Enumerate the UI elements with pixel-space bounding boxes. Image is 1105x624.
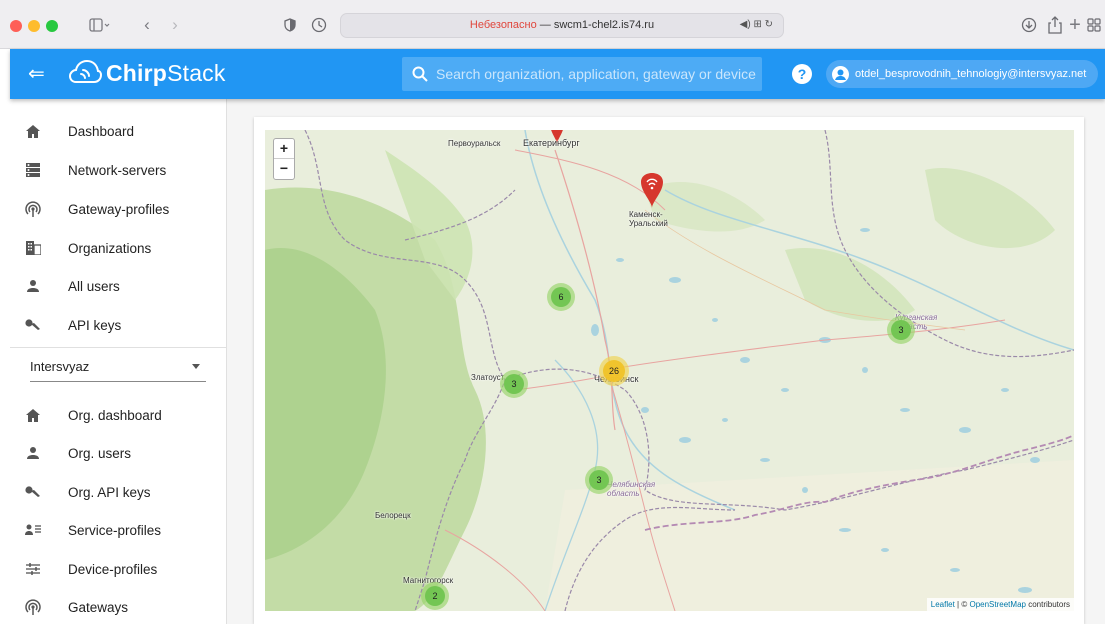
sidebar-item-network-servers[interactable]: Network-servers: [10, 151, 227, 189]
user-menu-button[interactable]: otdel_besprovodnih_tehnologiy@intersvyaz…: [826, 60, 1098, 88]
gateway-map[interactable]: Первоуральск Екатеринбург Каменск- Ураль…: [265, 130, 1074, 611]
attribution-contributors: contributors: [1028, 600, 1070, 609]
map-tiles: [265, 130, 1074, 611]
share-icon[interactable]: [1044, 13, 1066, 37]
logo-text-bold: Chirp: [106, 59, 168, 86]
search-input[interactable]: [436, 66, 756, 82]
chirpstack-cloud-icon: [68, 59, 102, 83]
address-separator: —: [539, 19, 551, 31]
sidebar-divider: [10, 347, 227, 348]
collapse-drawer-icon[interactable]: ⇐: [28, 61, 45, 86]
sidebar-item-label: Service-profiles: [68, 522, 162, 538]
sidebar-item-all-users[interactable]: All users: [10, 267, 227, 305]
home-icon: [24, 122, 42, 140]
organization-select[interactable]: Intersvyaz: [30, 352, 206, 382]
privacy-shield-icon[interactable]: [280, 13, 300, 37]
help-icon[interactable]: ?: [792, 64, 812, 84]
forward-icon[interactable]: ›: [166, 13, 184, 37]
account-circle-icon: [832, 65, 849, 83]
domain-icon: [24, 239, 42, 257]
sidebar-item-label: Organizations: [68, 240, 152, 256]
user-email: otdel_besprovodnih_tehnologiy@intersvyaz…: [855, 68, 1087, 80]
tab-overview-icon[interactable]: [1084, 13, 1104, 37]
person-icon: [24, 277, 42, 295]
account-details-icon: [24, 521, 42, 539]
sidebar-item-org-api-keys[interactable]: Org. API keys: [10, 473, 227, 511]
city-label: Первоуральск: [448, 139, 501, 148]
leaflet-link[interactable]: Leaflet: [931, 600, 955, 609]
sidebar-item-service-profiles[interactable]: Service-profiles: [10, 511, 227, 549]
search-box[interactable]: [402, 57, 762, 91]
attribution-separator: | ©: [957, 600, 968, 609]
sidebar-item-label: Org. API keys: [68, 484, 151, 500]
organization-select-value: Intersvyaz: [30, 359, 90, 374]
map-attribution: Leaflet | © OpenStreetMap contributors: [926, 598, 1074, 611]
gateway-cluster[interactable]: 26: [599, 356, 629, 386]
sidebar-item-org-users[interactable]: Org. users: [10, 434, 227, 472]
zoom-control: + −: [273, 138, 295, 180]
download-icon[interactable]: [1018, 13, 1040, 37]
sidebar: Dashboard Network-servers Gateway-profil…: [10, 99, 227, 624]
sidebar-item-label: Org. users: [68, 445, 132, 461]
address-host: swcm1-chel2.is74.ru: [553, 19, 655, 31]
sidebar-item-gateway-profiles[interactable]: Gateway-profiles: [10, 190, 227, 228]
address-bar[interactable]: Небезопасно — swcm1-chel2.is74.ru ◀) ⊞ ↻: [340, 13, 784, 38]
extension-icon[interactable]: [308, 13, 330, 37]
close-window-button[interactable]: [10, 20, 22, 32]
person-icon: [24, 444, 42, 462]
maximize-window-button[interactable]: [46, 20, 58, 32]
gateway-cluster[interactable]: 2: [421, 582, 449, 610]
gateway-cluster[interactable]: 3: [585, 466, 613, 494]
back-icon[interactable]: ‹: [138, 13, 156, 37]
city-label: Екатеринбург: [523, 138, 580, 148]
city-label: Каменск- Уральский: [629, 210, 668, 228]
browser-toolbar: ‹ › Небезопасно — swcm1-chel2.is74.ru ◀)…: [0, 0, 1105, 49]
zoom-out-button[interactable]: −: [274, 159, 294, 179]
region-label: Челябинская область: [607, 480, 656, 498]
city-label: Белорецк: [375, 511, 411, 520]
insecure-warning: Небезопасно: [469, 19, 537, 31]
chirpstack-logo[interactable]: ChirpStack: [68, 58, 226, 88]
sidebar-toggle-icon[interactable]: [84, 13, 116, 37]
sidebar-item-label: Org. dashboard: [68, 407, 162, 423]
new-tab-icon[interactable]: +: [1064, 13, 1086, 37]
sidebar-item-dashboard[interactable]: Dashboard: [10, 112, 227, 150]
main-content: Первоуральск Екатеринбург Каменск- Ураль…: [227, 99, 1105, 624]
home-icon: [24, 406, 42, 424]
key-icon: [24, 316, 42, 334]
sidebar-item-label: Network-servers: [68, 162, 167, 178]
tune-icon: [24, 560, 42, 578]
sidebar-item-api-keys[interactable]: API keys: [10, 306, 227, 344]
chevron-down-icon: [192, 364, 200, 369]
sidebar-item-label: All users: [68, 278, 120, 294]
sidebar-item-org-dashboard[interactable]: Org. dashboard: [10, 396, 227, 434]
sidebar-item-label: Gateway-profiles: [68, 201, 170, 217]
sidebar-item-device-profiles[interactable]: Device-profiles: [10, 550, 227, 588]
gateway-cluster[interactable]: 3: [887, 316, 915, 344]
minimize-window-button[interactable]: [28, 20, 40, 32]
sidebar-item-label: Dashboard: [68, 123, 135, 139]
server-icon: [24, 161, 42, 179]
zoom-in-button[interactable]: +: [274, 139, 294, 159]
sidebar-item-label: Gateways: [68, 599, 129, 615]
app-header: ⇐ ChirpStack ? otdel_besprovodnih_tehnol…: [10, 49, 1105, 99]
logo-text-regular: Stack: [167, 59, 226, 86]
wifi-tethering-icon: [24, 598, 42, 616]
map-card: Первоуральск Екатеринбург Каменск- Ураль…: [254, 117, 1084, 624]
key-icon: [24, 483, 42, 501]
sidebar-item-organizations[interactable]: Organizations: [10, 229, 227, 267]
sidebar-item-label: Device-profiles: [68, 561, 158, 577]
openstreetmap-link[interactable]: OpenStreetMap: [969, 600, 1025, 609]
gateway-cluster[interactable]: 6: [547, 283, 575, 311]
wifi-tethering-icon: [24, 200, 42, 218]
sidebar-item-label: API keys: [68, 317, 122, 333]
audio-translate-reload-icons[interactable]: ◀) ⊞ ↻: [740, 19, 773, 30]
gateway-cluster[interactable]: 3: [500, 370, 528, 398]
search-icon: [412, 66, 428, 82]
sidebar-item-gateways[interactable]: Gateways: [10, 588, 227, 624]
